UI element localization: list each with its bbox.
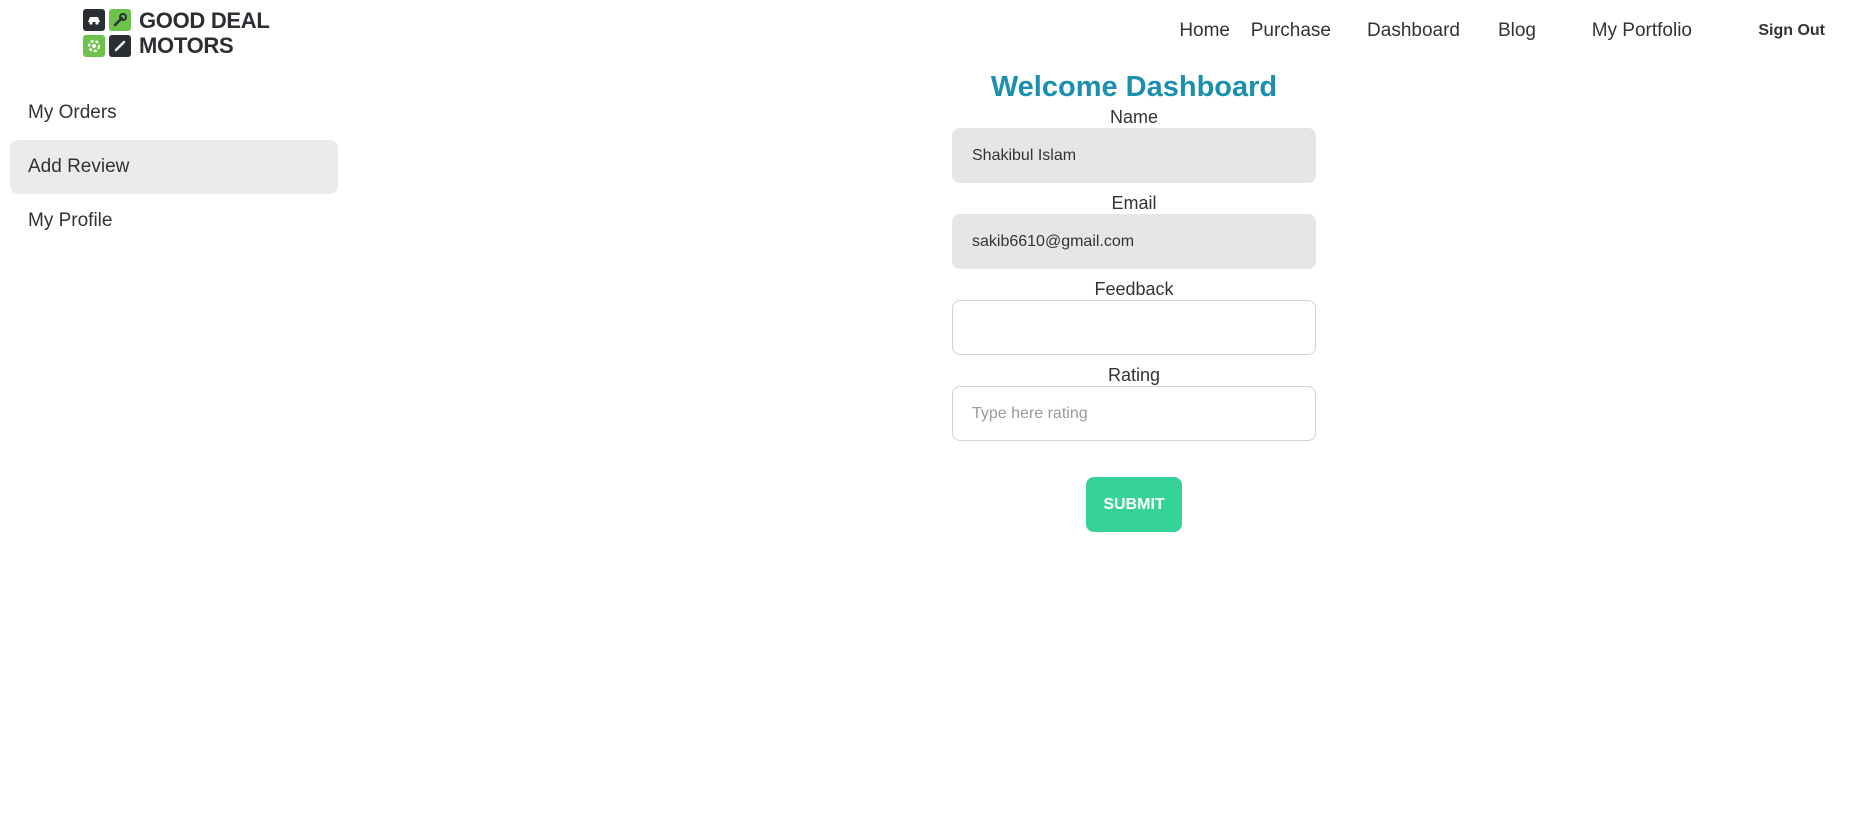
dashboard-sidebar: My Orders Add Review My Profile: [10, 86, 338, 248]
nav-purchase[interactable]: Purchase: [1251, 20, 1331, 42]
sidebar-item-my-orders[interactable]: My Orders: [10, 86, 338, 140]
screwdriver-icon: [109, 35, 131, 57]
email-field[interactable]: sakib6610@gmail.com: [952, 214, 1316, 269]
brand-logo[interactable]: GOOD DEAL MOTORS: [83, 8, 270, 58]
feedback-input[interactable]: [952, 300, 1316, 355]
sidebar-item-label: Add Review: [28, 156, 130, 177]
nav-dashboard[interactable]: Dashboard: [1367, 20, 1460, 42]
page-title: Welcome Dashboard: [990, 71, 1278, 103]
brand-line-1: GOOD DEAL: [139, 8, 270, 33]
email-label: Email: [1111, 193, 1157, 213]
submit-button[interactable]: SUBMIT: [1086, 477, 1182, 532]
nav-home[interactable]: Home: [1179, 20, 1230, 42]
top-header: GOOD DEAL MOTORS Home Purchase Dashboard…: [0, 0, 1860, 64]
logo-mark: [83, 9, 131, 57]
name-field[interactable]: Shakibul Islam: [952, 128, 1316, 183]
nav-my-portfolio[interactable]: My Portfolio: [1592, 20, 1692, 42]
nav-blog[interactable]: Blog: [1498, 20, 1536, 42]
car-icon: [83, 9, 105, 31]
rating-label: Rating: [1107, 365, 1161, 385]
sidebar-item-my-profile[interactable]: My Profile: [10, 194, 338, 248]
gear-icon: [83, 35, 105, 57]
feedback-label: Feedback: [1094, 279, 1174, 299]
brand-name: GOOD DEAL MOTORS: [139, 8, 270, 58]
review-form: Welcome Dashboard Name Shakibul Islam Em…: [952, 70, 1316, 532]
sidebar-item-add-review[interactable]: Add Review: [10, 140, 338, 194]
rating-input[interactable]: [952, 386, 1316, 441]
sign-out-link[interactable]: Sign Out: [1758, 22, 1825, 40]
sidebar-item-label: My Orders: [28, 102, 117, 123]
sidebar-item-label: My Profile: [28, 210, 113, 231]
brand-line-2: MOTORS: [139, 33, 234, 58]
name-label: Name: [1109, 107, 1158, 127]
wrench-icon: [109, 9, 131, 31]
